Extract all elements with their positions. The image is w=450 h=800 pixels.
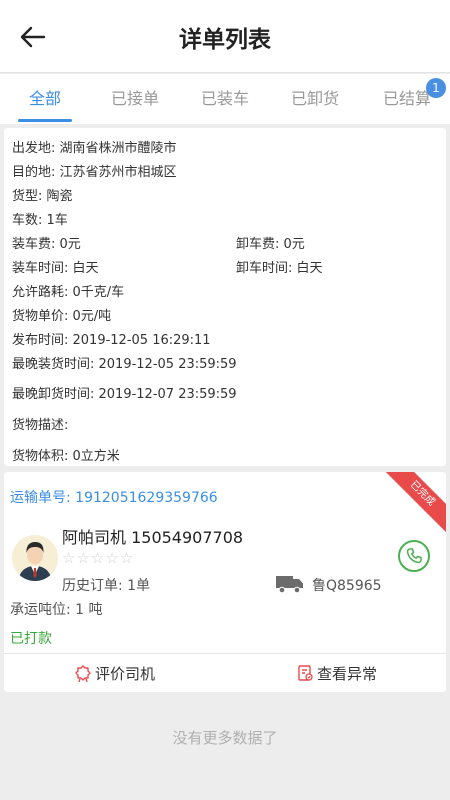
truck-icon (276, 576, 303, 594)
header-bar: 详单列表 (0, 0, 450, 73)
rate-driver-label: 评价司机 (95, 664, 156, 683)
status-ribbon: 已完成 (379, 472, 446, 537)
goods-type-text: 货型: 陶瓷 (12, 189, 73, 204)
destination-text: 目的地: 江苏省苏州市相城区 (12, 165, 177, 180)
call-driver-button[interactable] (398, 540, 430, 572)
card-divider (4, 653, 446, 654)
tonnage-text: 承运吨位: 1 吨 (10, 602, 103, 618)
unloading-time-text: 卸车时间: 白天 (236, 261, 323, 276)
latest-loading-time-text: 最晚装货时间: 2019-12-05 23:59:59 (12, 357, 237, 372)
goods-description-text: 货物描述: (12, 418, 69, 433)
payment-status-text: 已打款 (10, 631, 52, 647)
latest-unloading-time-text: 最晚卸货时间: 2019-12-07 23:59:59 (12, 387, 237, 402)
loading-time-text: 装车时间: 白天 (12, 261, 99, 276)
history-orders-text: 历史订单: 1单 (62, 578, 151, 594)
waybill-card: 已完成 运输单号: 1912051629359766 阿帕司机 15054907… (4, 472, 446, 692)
waybill-number[interactable]: 运输单号: 1912051629359766 (10, 487, 218, 507)
driver-avatar-icon (12, 535, 58, 581)
tab-all[interactable]: 全部 (18, 74, 72, 124)
driver-rating-stars: ☆☆☆☆☆ (62, 549, 135, 567)
view-exception-label: 查看异常 (317, 664, 378, 683)
active-tab-indicator (18, 119, 72, 122)
rate-driver-button[interactable]: 评价司机 (74, 654, 155, 692)
publish-time-text: 发布时间: 2019-12-05 16:29:11 (12, 333, 211, 348)
view-exception-button[interactable]: 查看异常 (296, 654, 377, 692)
tab-count-badge: 1 (426, 78, 446, 98)
tab-accepted[interactable]: 已接单 (104, 74, 166, 124)
order-info-card: 出发地: 湖南省株洲市醴陵市 目的地: 江苏省苏州市相城区 货型: 陶瓷 车数:… (4, 128, 446, 466)
no-more-data-text: 没有更多数据了 (172, 729, 278, 747)
unit-price-text: 货物单价: 0元/吨 (12, 309, 112, 324)
license-plate-text: 鲁Q85965 (312, 578, 382, 594)
status-tabs: 全部 已接单 已装车 已卸货 已结算 (0, 74, 450, 124)
phone-icon (406, 548, 422, 564)
unloading-fee-text: 卸车费: 0元 (236, 237, 305, 252)
goods-volume-text: 货物体积: 0立方米 (12, 449, 120, 464)
driver-avatar (12, 535, 58, 581)
tab-unloaded[interactable]: 已卸货 (284, 74, 346, 124)
tab-loaded[interactable]: 已装车 (194, 74, 256, 124)
award-ribbon-icon (75, 665, 91, 682)
origin-text: 出发地: 湖南省株洲市醴陵市 (12, 141, 177, 156)
loading-fee-text: 装车费: 0元 (12, 237, 81, 252)
document-check-icon (298, 665, 313, 681)
vehicle-count-text: 车数: 1车 (12, 213, 68, 228)
page-title: 详单列表 (179, 27, 271, 53)
driver-name-phone: 阿帕司机 15054907708 (62, 528, 244, 547)
loss-allowance-text: 允许路耗: 0千克/车 (12, 285, 125, 300)
